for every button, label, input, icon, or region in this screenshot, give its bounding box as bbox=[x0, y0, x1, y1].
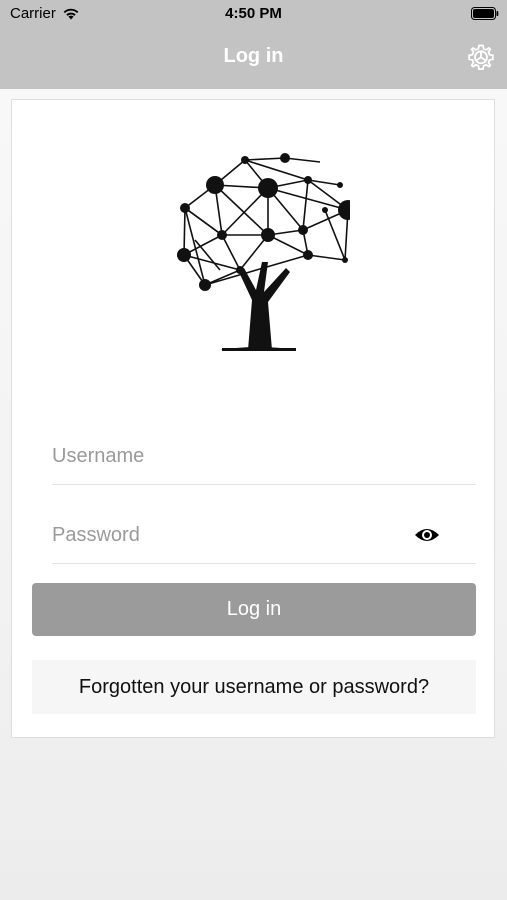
password-input[interactable] bbox=[52, 507, 476, 563]
username-input[interactable] bbox=[52, 428, 476, 484]
username-field bbox=[52, 428, 476, 485]
battery-icon bbox=[471, 7, 499, 20]
forgot-credentials-button[interactable]: Forgotten your username or password? bbox=[32, 660, 476, 714]
eye-icon[interactable] bbox=[414, 526, 440, 544]
password-field bbox=[52, 507, 476, 564]
status-bar: Carrier 4:50 PM bbox=[0, 0, 507, 28]
header-bar: Carrier 4:50 PM Log in bbox=[0, 0, 507, 89]
login-card: Log in Forgotten your username or passwo… bbox=[11, 99, 495, 738]
status-time: 4:50 PM bbox=[225, 5, 282, 22]
network-tree-logo bbox=[177, 153, 350, 351]
login-button[interactable]: Log in bbox=[32, 583, 476, 636]
page-title: Log in bbox=[223, 45, 284, 67]
gear-icon[interactable] bbox=[466, 43, 496, 73]
